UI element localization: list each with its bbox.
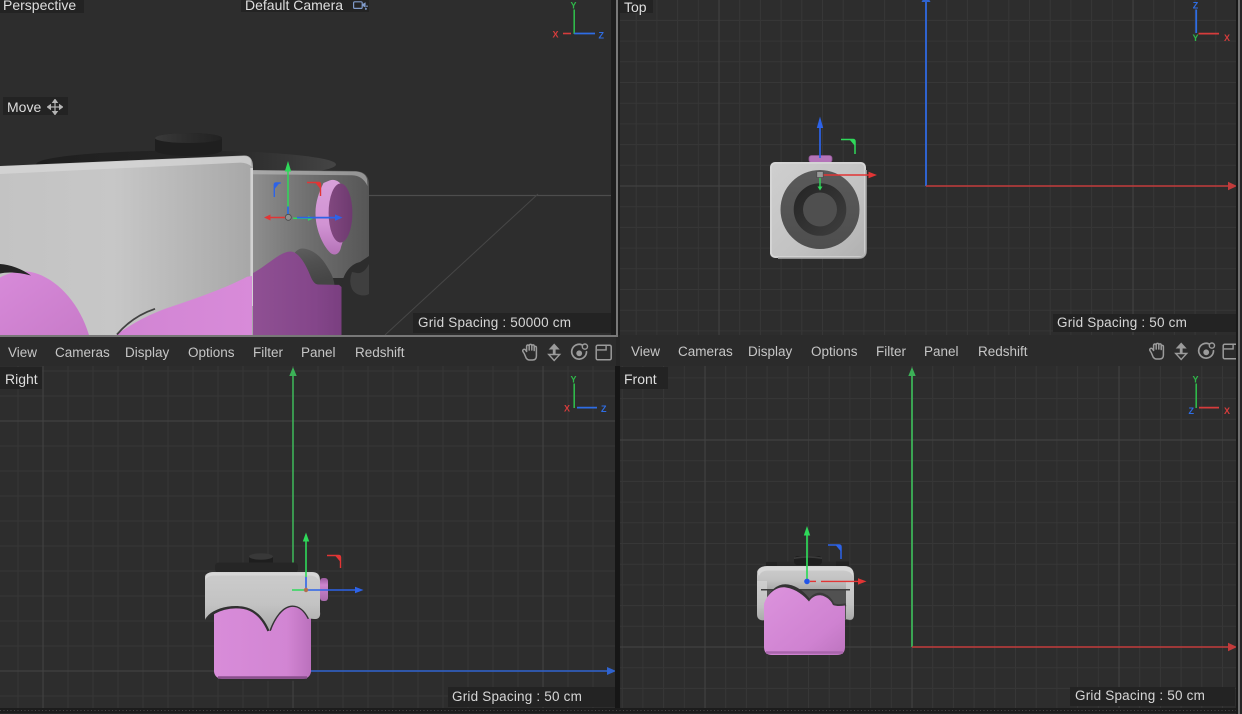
svg-text:Y: Y xyxy=(1193,375,1199,385)
svg-text:Z: Z xyxy=(1193,1,1199,11)
svg-text:X: X xyxy=(564,404,570,414)
svg-text:Y: Y xyxy=(1193,33,1199,43)
svg-text:Y: Y xyxy=(571,1,577,11)
svg-text:Z: Z xyxy=(1189,406,1195,416)
svg-text:Z: Z xyxy=(601,404,607,414)
svg-text:Z: Z xyxy=(599,31,605,41)
svg-text:Y: Y xyxy=(571,375,577,385)
svg-text:X: X xyxy=(1224,33,1230,43)
svg-text:X: X xyxy=(553,30,559,40)
svg-text:X: X xyxy=(1224,406,1230,416)
